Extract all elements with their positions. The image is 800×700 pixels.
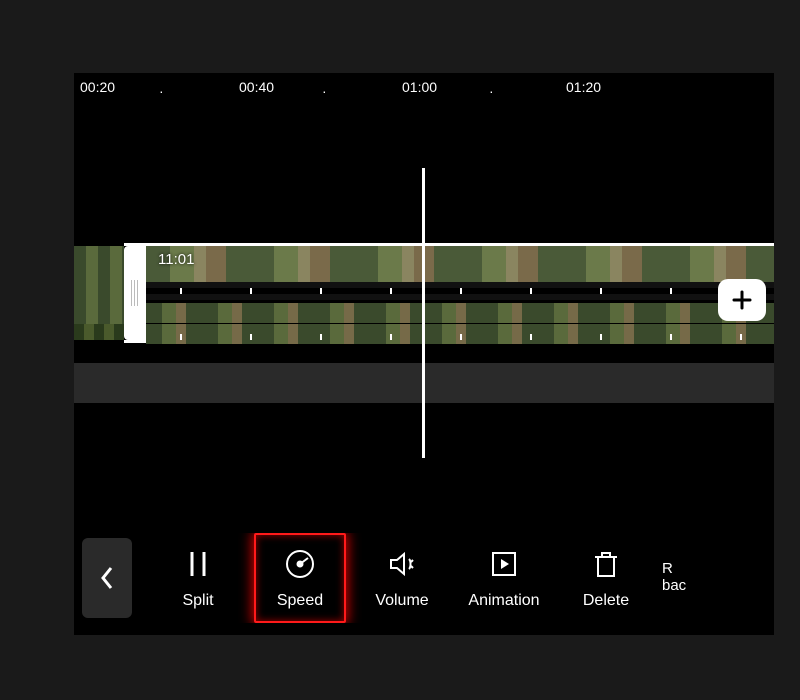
ruler-dot: · xyxy=(159,83,164,99)
clip-marker-row xyxy=(146,294,774,300)
ruler-tick: 00:20 xyxy=(80,79,115,95)
ruler-dot: · xyxy=(322,83,327,99)
remove-background-tool[interactable]: R bac xyxy=(662,533,698,623)
add-clip-button[interactable] xyxy=(718,279,766,321)
split-icon xyxy=(180,546,216,582)
tool-label: Delete xyxy=(583,592,629,610)
clip-thumbnail-row xyxy=(146,246,774,282)
clip-duration-label: 11:01 xyxy=(158,251,194,268)
tool-label: Animation xyxy=(468,592,539,610)
trash-icon xyxy=(588,546,624,582)
clip-marker-row xyxy=(146,334,774,340)
tool-label: Volume xyxy=(375,592,428,610)
back-button[interactable] xyxy=(82,538,132,618)
volume-tool[interactable]: Volume xyxy=(356,533,448,623)
speed-tool[interactable]: Speed xyxy=(254,533,346,623)
timeline[interactable]: 11:01 xyxy=(74,103,774,523)
playhead[interactable] xyxy=(422,168,425,458)
ruler-tick: 01:20 xyxy=(566,79,601,95)
tool-label: Speed xyxy=(277,592,323,610)
ruler-dot: · xyxy=(489,83,494,99)
chevron-left-icon xyxy=(99,565,115,591)
edit-toolbar: Split Speed Volume Animation xyxy=(74,520,774,635)
clip-trim-handle-left[interactable] xyxy=(124,246,146,340)
delete-tool[interactable]: Delete xyxy=(560,533,652,623)
clip-thumbnail-row xyxy=(146,303,774,323)
volume-icon xyxy=(384,546,420,582)
time-ruler[interactable]: 00:20 · 00:40 · 01:00 · 01:20 xyxy=(74,73,774,103)
animation-icon xyxy=(486,546,522,582)
tool-label: R bac xyxy=(662,561,686,594)
ruler-tick: 01:00 xyxy=(402,79,437,95)
split-tool[interactable]: Split xyxy=(152,533,244,623)
tool-label: Split xyxy=(182,592,213,610)
tool-row: Split Speed Volume Animation xyxy=(152,533,774,623)
clip-thumbnail xyxy=(74,324,124,340)
plus-icon xyxy=(730,288,754,312)
speedometer-icon xyxy=(282,546,318,582)
ruler-tick: 00:40 xyxy=(239,79,274,95)
animation-tool[interactable]: Animation xyxy=(458,533,550,623)
video-editor: 00:20 · 00:40 · 01:00 · 01:20 11:01 xyxy=(74,73,774,635)
